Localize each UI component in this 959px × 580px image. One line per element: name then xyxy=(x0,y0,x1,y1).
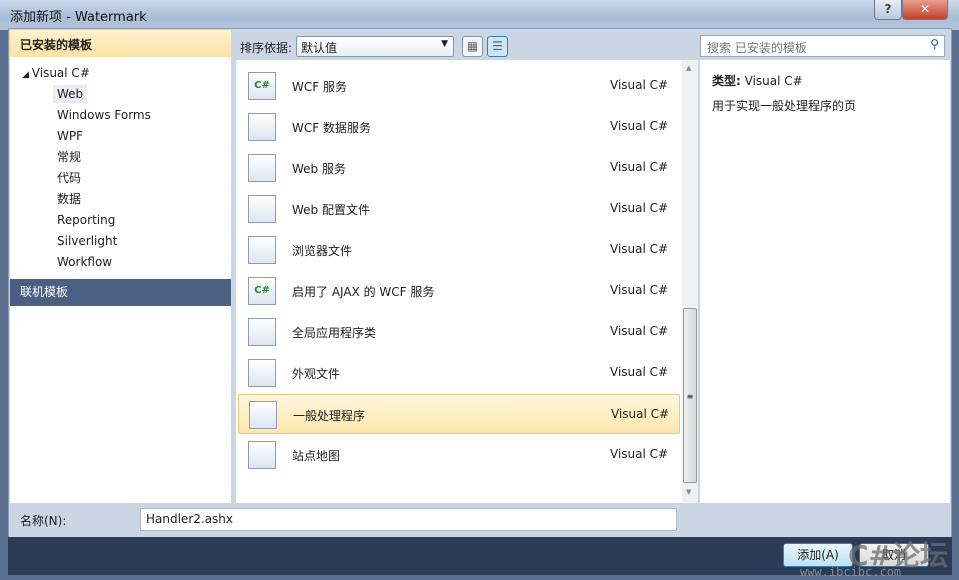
tree-item[interactable]: Web xyxy=(10,84,231,105)
template-row[interactable]: C# WCF 服务 Visual C# xyxy=(238,66,680,106)
template-row[interactable]: 一般处理程序 Visual C# xyxy=(238,394,680,434)
type-value: Visual C# xyxy=(744,74,803,88)
template-row[interactable]: 外观文件 Visual C# xyxy=(238,353,680,393)
search-placeholder: 搜索 已安装的模板 xyxy=(707,41,807,55)
sort-value: 默认值 xyxy=(301,41,338,55)
template-row[interactable]: Web 配置文件 Visual C# xyxy=(238,189,680,229)
template-row[interactable]: 浏览器文件 Visual C# xyxy=(238,230,680,270)
template-row[interactable]: 全局应用程序类 Visual C# xyxy=(238,312,680,352)
tree-item[interactable]: WPF xyxy=(10,126,231,147)
global-app-class-icon xyxy=(248,318,276,346)
skin-file-icon xyxy=(248,359,276,387)
name-label: 名称(N): xyxy=(20,514,67,528)
template-language: Visual C# xyxy=(610,365,669,379)
template-name: Web 服务 xyxy=(292,162,346,176)
template-name: 站点地图 xyxy=(292,449,341,463)
wcf-service-icon: C# xyxy=(248,72,276,100)
web-config-icon xyxy=(248,195,276,223)
details-panel: 类型: Visual C# 用于实现一般处理程序的页 xyxy=(700,60,950,503)
window-title: 添加新项 - Watermark xyxy=(10,10,147,25)
template-description: 用于实现一般处理程序的页 xyxy=(712,99,857,113)
dropdown-arrow-icon: ▼ xyxy=(441,39,448,49)
generic-handler-icon xyxy=(249,401,277,429)
tree-item[interactable]: Windows Forms xyxy=(10,105,231,126)
ajax-wcf-icon: C# xyxy=(248,277,276,305)
template-name: 浏览器文件 xyxy=(292,244,353,258)
template-name: 启用了 AJAX 的 WCF 服务 xyxy=(292,285,435,299)
template-row[interactable]: 站点地图 Visual C# xyxy=(238,435,680,475)
tree-item[interactable]: 常规 xyxy=(10,147,231,168)
scroll-down-icon[interactable]: ▼ xyxy=(686,488,691,496)
template-name: WCF 数据服务 xyxy=(292,121,371,135)
list-scrollbar[interactable]: ▲ ≡ ▼ xyxy=(682,60,698,503)
template-name: Web 配置文件 xyxy=(292,203,370,217)
sort-dropdown[interactable]: 默认值 ▼ xyxy=(296,36,454,57)
type-label: 类型: xyxy=(712,74,741,88)
expand-triangle-icon[interactable]: ◢ xyxy=(22,70,32,80)
tree-item[interactable]: Workflow xyxy=(10,252,231,273)
scroll-up-icon[interactable]: ▲ xyxy=(686,64,691,72)
tree-node-visual-csharp[interactable]: ◢ Visual C# xyxy=(10,63,231,84)
template-name: 一般处理程序 xyxy=(293,409,366,423)
add-button[interactable]: 添加(A) xyxy=(783,543,853,567)
search-input[interactable]: 搜索 已安装的模板 ⚲ xyxy=(700,35,945,57)
tree-item[interactable]: 数据 xyxy=(10,189,231,210)
web-service-icon xyxy=(248,154,276,182)
template-row[interactable]: WCF 数据服务 Visual C# xyxy=(238,107,680,147)
watermark-url: www.ibcibc.com xyxy=(800,565,902,579)
help-button[interactable]: ? xyxy=(874,0,902,20)
tree-item[interactable]: Reporting xyxy=(10,210,231,231)
template-language: Visual C# xyxy=(610,324,669,338)
installed-templates-header[interactable]: 已安装的模板 xyxy=(10,30,231,57)
search-icon[interactable]: ⚲ xyxy=(930,37,939,51)
template-row[interactable]: C# 启用了 AJAX 的 WCF 服务 Visual C# xyxy=(238,271,680,311)
tree-item[interactable]: 代码 xyxy=(10,168,231,189)
template-language: Visual C# xyxy=(610,283,669,297)
list-view-button[interactable]: ☰ xyxy=(487,36,508,57)
template-list: C# WCF 服务 Visual C# WCF 数据服务 Visual C# Web 服务… xyxy=(236,60,682,503)
template-name: WCF 服务 xyxy=(292,80,347,94)
sort-label: 排序依据: xyxy=(240,41,293,55)
name-input[interactable]: Handler2.ashx xyxy=(140,508,677,531)
template-tree-panel: 已安装的模板 ◢ Visual C# 联机模板 Web Windows Forms… xyxy=(10,30,231,503)
wcf-data-service-icon xyxy=(248,113,276,141)
small-icons-view-button[interactable]: ▦ xyxy=(462,36,483,57)
template-name: 全局应用程序类 xyxy=(292,326,377,340)
template-language: Visual C# xyxy=(610,447,669,461)
template-row[interactable]: Web 服务 Visual C# xyxy=(238,148,680,188)
online-templates-header[interactable]: 联机模板 xyxy=(10,279,231,306)
template-name: 外观文件 xyxy=(292,367,341,381)
template-language: Visual C# xyxy=(610,201,669,215)
close-button[interactable]: ✕ xyxy=(902,0,948,20)
sitemap-icon xyxy=(248,441,276,469)
tree-item[interactable]: Silverlight xyxy=(10,231,231,252)
template-language: Visual C# xyxy=(610,160,669,174)
template-language: Visual C# xyxy=(610,242,669,256)
browser-file-icon xyxy=(248,236,276,264)
template-language: Visual C# xyxy=(610,78,669,92)
scrollbar-thumb[interactable]: ≡ xyxy=(683,308,697,483)
template-language: Visual C# xyxy=(610,119,669,133)
template-language: Visual C# xyxy=(611,407,670,421)
